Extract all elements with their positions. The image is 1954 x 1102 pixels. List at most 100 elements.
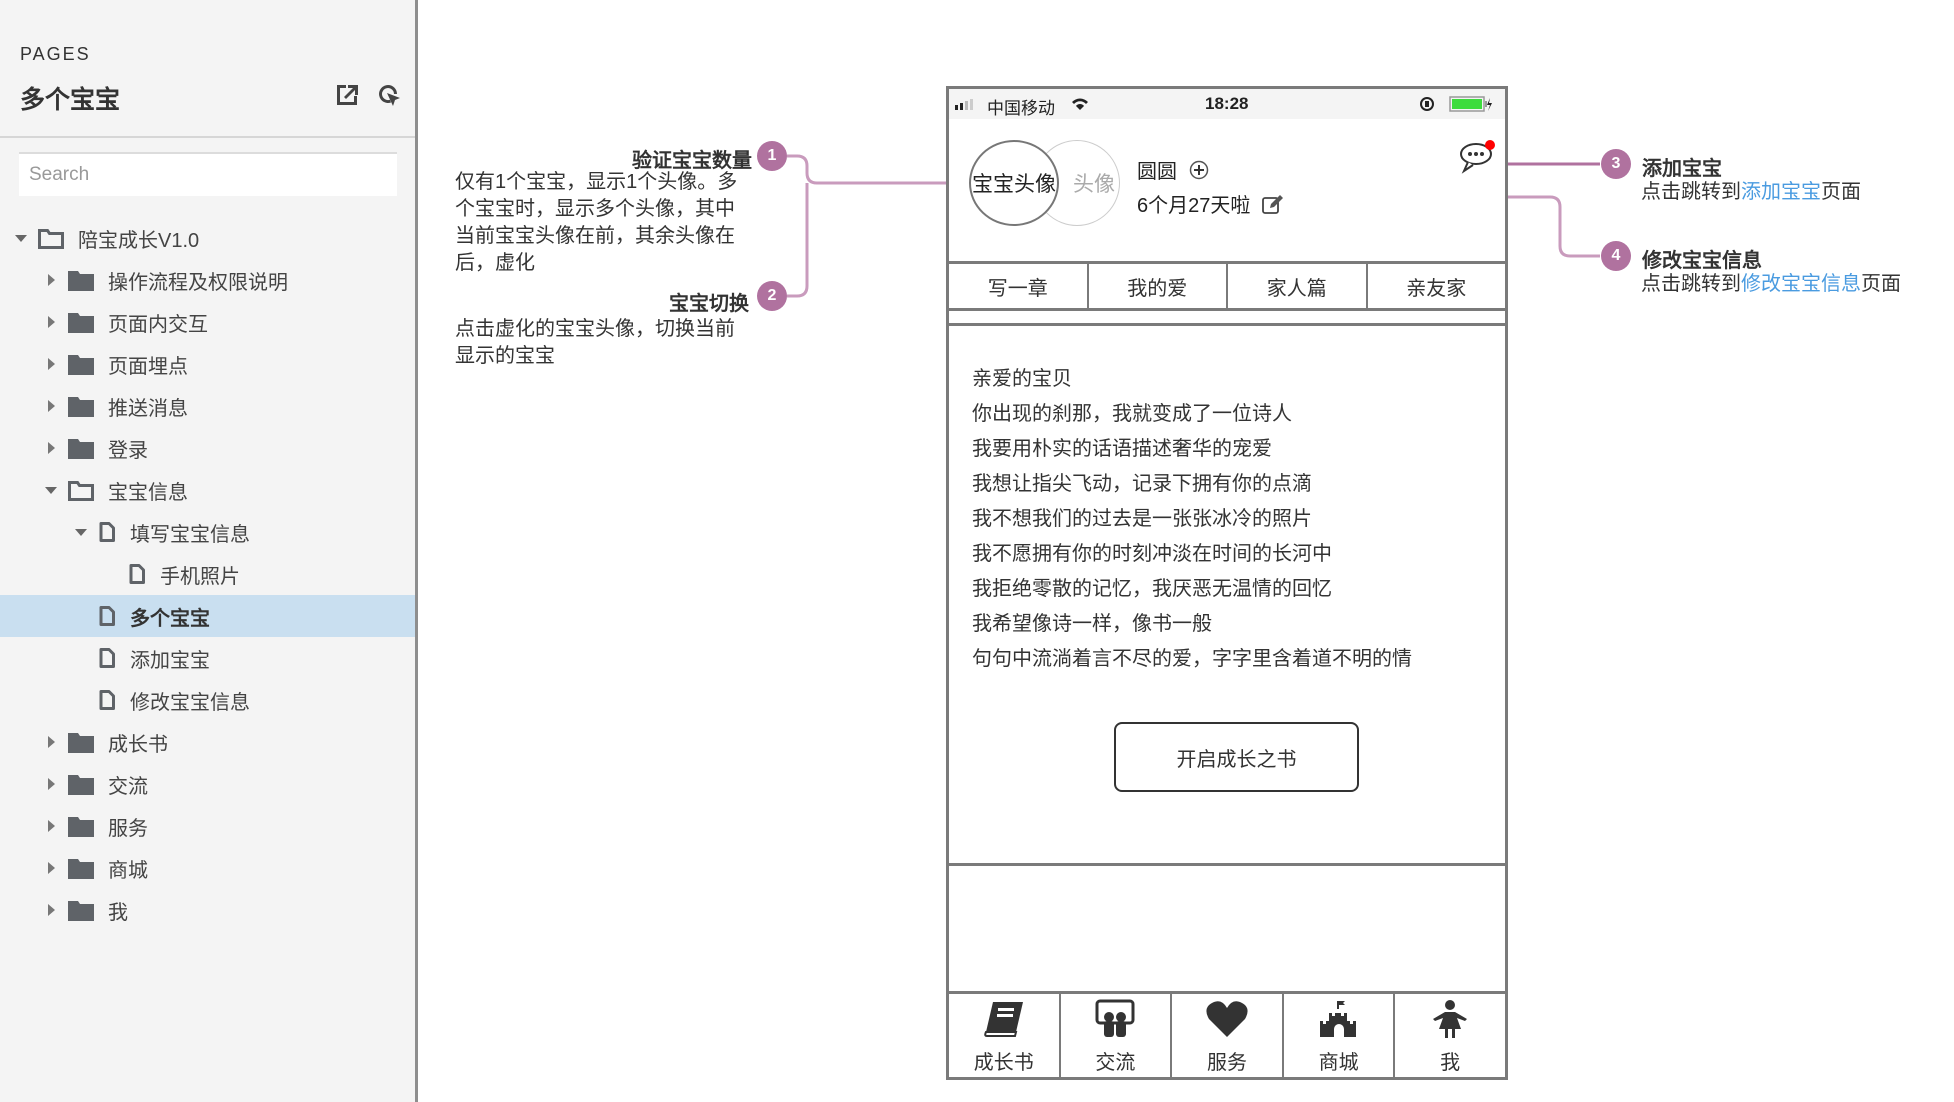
tab-friends[interactable]: 亲友家	[1368, 264, 1506, 308]
annotation-marker-4: 4	[1601, 241, 1631, 271]
tree-item-label: 页面内交互	[108, 313, 208, 336]
caret-down-icon[interactable]	[74, 525, 88, 539]
bottom-navigation: 成长书 交流 服务 商城 我	[949, 991, 1505, 1077]
tree-item[interactable]: 交流	[0, 763, 415, 805]
caret-right-icon[interactable]	[44, 357, 58, 371]
chat-people-icon	[1092, 999, 1138, 1044]
annotation-3-prefix: 点击跳转到	[1641, 181, 1741, 203]
pages-section-label: PAGES	[20, 44, 91, 64]
annotation-3-body: 点击跳转到添加宝宝页面	[1641, 179, 1861, 206]
caret-right-icon[interactable]	[44, 819, 58, 833]
folder-icon	[68, 815, 94, 837]
tree-item-label: 修改宝宝信息	[130, 691, 250, 714]
current-avatar-label: 宝宝头像	[972, 173, 1056, 196]
battery-icon	[1449, 96, 1493, 112]
person-icon	[1427, 999, 1473, 1044]
current-avatar[interactable]: 宝宝头像	[969, 140, 1059, 226]
caret-right-icon[interactable]	[44, 735, 58, 749]
nav-label: 成长书	[973, 1052, 1034, 1074]
baby-profile-header: 头像 宝宝头像 圆圆 6个月27天啦	[949, 119, 1505, 261]
nav-communication[interactable]: 交流	[1061, 994, 1173, 1077]
caret-right-icon[interactable]	[44, 273, 58, 287]
caret-right-icon[interactable]	[44, 441, 58, 455]
caret-spacer	[104, 567, 118, 581]
annotation-marker-3: 3	[1601, 149, 1631, 179]
folder-outline-icon	[38, 227, 64, 249]
annotation-marker-2: 2	[757, 281, 787, 311]
tree-item[interactable]: 页面埋点	[0, 343, 415, 385]
caret-right-icon[interactable]	[44, 315, 58, 329]
tree-item-label: 添加宝宝	[130, 649, 210, 672]
cursor-select-icon[interactable]	[376, 82, 402, 108]
caret-down-icon[interactable]	[44, 483, 58, 497]
page-tree: 陪宝成长V1.0 操作流程及权限说明页面内交互页面埋点推送消息登录 宝宝信息 填写宝宝…	[0, 217, 415, 931]
annotation-2-title: 宝宝切换	[669, 293, 749, 315]
folder-icon	[68, 899, 94, 921]
tree-item[interactable]: 服务	[0, 805, 415, 847]
tree-item-label: 推送消息	[108, 397, 188, 420]
clock-time: 18:28	[1205, 94, 1249, 113]
folder-icon	[68, 311, 94, 333]
start-growth-book-button[interactable]: 开启成长之书	[1114, 722, 1359, 792]
page-icon	[98, 689, 116, 711]
tab-family[interactable]: 家人篇	[1228, 264, 1368, 308]
tree-item[interactable]: 多个宝宝	[0, 595, 415, 637]
tree-item[interactable]: 成长书	[0, 721, 415, 763]
folder-icon	[68, 269, 94, 291]
caret-right-icon[interactable]	[44, 399, 58, 413]
nav-service[interactable]: 服务	[1172, 994, 1284, 1077]
nav-label: 我	[1440, 1052, 1461, 1074]
tab-write-chapter[interactable]: 写一章	[949, 264, 1089, 308]
export-icon[interactable]	[334, 82, 360, 108]
tree-item[interactable]: 操作流程及权限说明	[0, 259, 415, 301]
message-icon[interactable]	[1458, 139, 1498, 180]
tab-my-love[interactable]: 我的爱	[1089, 264, 1228, 308]
heart-icon	[1204, 999, 1250, 1044]
poem-line: 句句中流淌着言不尽的爱，字字里含着道不明的情	[972, 648, 1412, 670]
caret-right-icon[interactable]	[44, 861, 58, 875]
tree-item-label: 我	[108, 901, 128, 924]
tree-item[interactable]: 手机照片	[0, 553, 415, 595]
edit-icon[interactable]	[1262, 194, 1284, 214]
tree-item[interactable]: 页面内交互	[0, 301, 415, 343]
annotation-marker-1: 1	[757, 141, 787, 171]
caret-right-icon[interactable]	[44, 903, 58, 917]
annotation-3-suffix: 页面	[1821, 181, 1861, 203]
baby-name: 圆圆	[1137, 161, 1177, 183]
search-input[interactable]	[19, 152, 397, 196]
nav-me[interactable]: 我	[1395, 994, 1505, 1077]
tree-item[interactable]: 推送消息	[0, 385, 415, 427]
content-tabs: 写一章 我的爱 家人篇 亲友家	[949, 261, 1505, 311]
page-icon	[98, 647, 116, 669]
folder-outline-icon	[68, 479, 94, 501]
poem-text: 亲爱的宝贝 你出现的刹那，我就变成了一位诗人 我要用朴实的话语描述奢华的宠爱 我…	[972, 362, 1412, 677]
add-baby-link[interactable]: 添加宝宝	[1741, 181, 1821, 203]
annotation-4-body: 点击跳转到修改宝宝信息页面	[1641, 271, 1901, 298]
status-bar: 中国移动 18:28	[949, 89, 1505, 119]
tree-item[interactable]: 修改宝宝信息	[0, 679, 415, 721]
notification-dot	[1485, 140, 1495, 150]
annotation-2-line: 显示的宝宝	[455, 345, 555, 367]
annotation-1-body: 仅有1个宝宝，显示1个头像。多 个宝宝时，显示多个头像，其中 当前宝宝头像在前，…	[455, 169, 737, 277]
caret-down-icon[interactable]	[14, 231, 28, 245]
tree-item[interactable]: 登录	[0, 427, 415, 469]
nav-mall[interactable]: 商城	[1284, 994, 1396, 1077]
annotation-1-line: 当前宝宝头像在前，其余头像在	[455, 225, 735, 247]
caret-right-icon[interactable]	[44, 777, 58, 791]
page-icon	[98, 605, 116, 627]
edit-baby-info-link[interactable]: 修改宝宝信息	[1741, 273, 1861, 295]
annotation-3-title: 添加宝宝	[1642, 158, 1722, 180]
tree-item[interactable]: 添加宝宝	[0, 637, 415, 679]
add-baby-icon[interactable]	[1189, 160, 1209, 180]
folder-icon	[68, 353, 94, 375]
poem-line: 我拒绝零散的记忆，我厌恶无温情的回忆	[972, 578, 1332, 600]
tree-item[interactable]: 商城	[0, 847, 415, 889]
tree-item[interactable]: 陪宝成长V1.0	[0, 217, 415, 259]
baby-age-row: 6个月27天啦	[1137, 189, 1284, 218]
tree-item[interactable]: 填写宝宝信息	[0, 511, 415, 553]
carrier-label: 中国移动	[987, 99, 1055, 118]
tree-item[interactable]: 宝宝信息	[0, 469, 415, 511]
nav-growth-book[interactable]: 成长书	[949, 994, 1061, 1077]
page-icon	[98, 521, 116, 543]
tree-item[interactable]: 我	[0, 889, 415, 931]
